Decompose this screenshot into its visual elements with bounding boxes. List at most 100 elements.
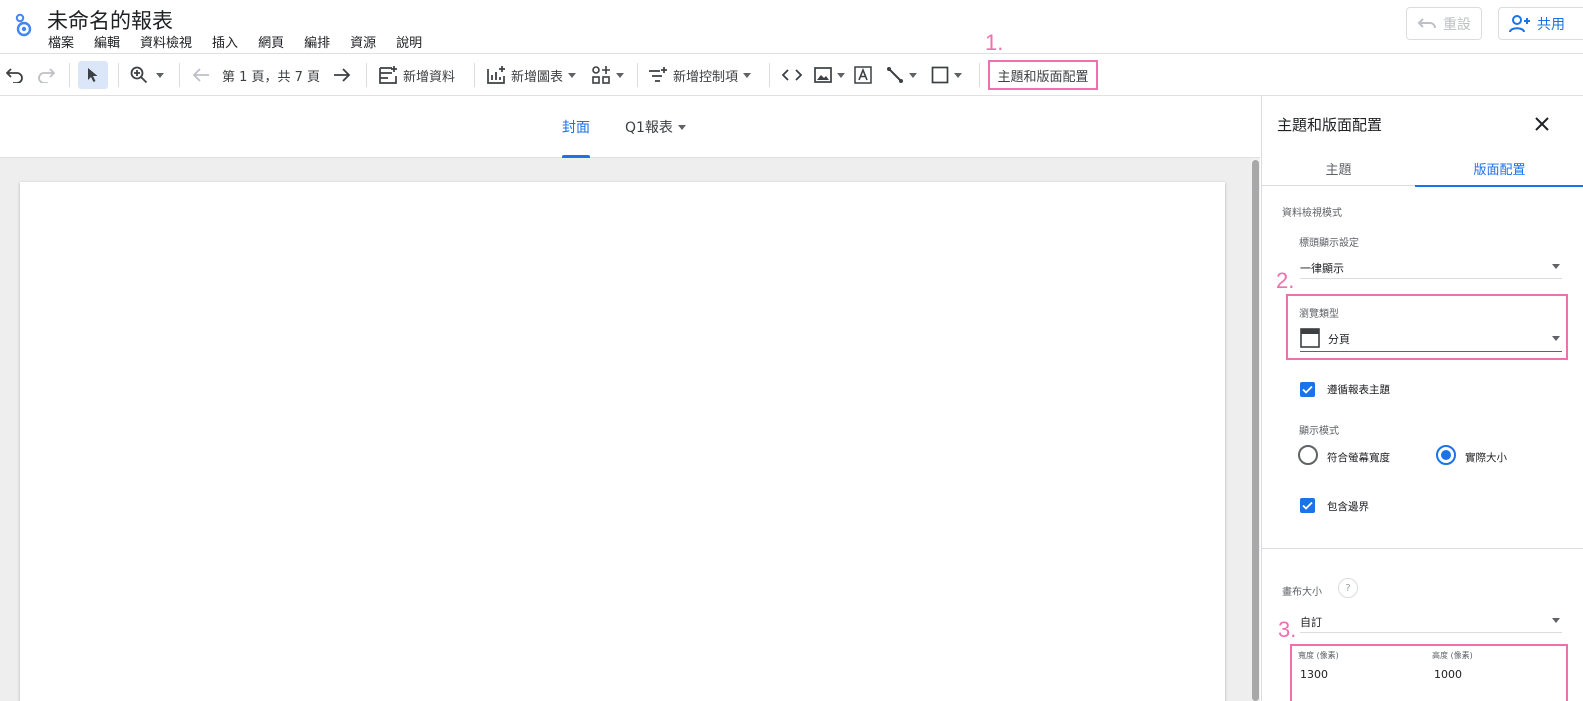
arrow-right-icon (334, 68, 351, 82)
theme-layout-button[interactable]: 主題和版面配置 (988, 60, 1098, 90)
cursor-arrow-icon (88, 68, 98, 82)
menu-arrange[interactable]: 編排 (304, 32, 330, 51)
add-chart-button[interactable]: 新增圖表 (486, 54, 577, 96)
page-indicator: 第 1 頁，共 7 頁 (222, 69, 321, 85)
navigation-type-label: 瀏覽類型 (1299, 309, 1339, 320)
tab-theme[interactable]: 主題 (1262, 150, 1415, 186)
arrow-left-icon (192, 68, 209, 82)
header-display-select[interactable]: 一律顯示 (1300, 260, 1344, 276)
next-page-button[interactable] (333, 54, 351, 96)
include-border-checkbox[interactable] (1300, 498, 1315, 513)
toolbar-divider (474, 63, 475, 87)
text-box-button[interactable] (854, 54, 872, 96)
chevron-down-icon (743, 72, 752, 78)
chevron-down-icon (156, 72, 164, 78)
tabbed-page-icon (1300, 328, 1320, 348)
menu-file[interactable]: 檔案 (48, 32, 74, 51)
width-input[interactable]: 1300 (1300, 668, 1328, 681)
page-tab-bar: 封面 Q1報表 (0, 96, 1260, 158)
close-panel-button[interactable] (1530, 112, 1554, 136)
toolbar-divider (179, 63, 180, 87)
menu-resource[interactable]: 資源 (350, 32, 376, 51)
radio-actual-size[interactable] (1436, 445, 1456, 465)
tab-layout[interactable]: 版面配置 (1415, 150, 1583, 187)
chevron-down-icon[interactable] (1552, 336, 1560, 341)
view-mode-section-heading: 資料檢視模式 (1282, 208, 1342, 219)
report-canvas-area: 封面 Q1報表 (0, 96, 1260, 701)
add-chart-label: 新增圖表 (511, 69, 564, 85)
rectangle-icon (931, 66, 949, 84)
toolbar-divider (69, 63, 70, 87)
report-page[interactable] (20, 182, 1225, 701)
section-divider (1262, 548, 1583, 549)
add-component-icon (592, 66, 610, 84)
chevron-down-icon[interactable] (1552, 264, 1560, 269)
page-tab-q1-report[interactable]: Q1報表 (625, 96, 686, 158)
select-underline (1300, 351, 1562, 352)
redo-icon (38, 68, 55, 83)
previous-page-button[interactable] (192, 54, 210, 96)
line-button[interactable] (886, 54, 917, 96)
canvas-size-select[interactable]: 自訂 (1300, 614, 1322, 630)
checkmark-icon (1302, 385, 1313, 394)
close-icon (1535, 117, 1549, 131)
code-brackets-icon (782, 69, 802, 81)
undo-button[interactable] (6, 54, 24, 96)
width-field-label: 寬度 (像素) (1298, 651, 1339, 660)
annotation-label-1: 1. (985, 30, 1004, 55)
canvas-scrollbar-thumb[interactable] (1252, 160, 1259, 701)
radio-fit-to-width[interactable] (1298, 445, 1318, 465)
share-button[interactable]: 共用 (1498, 7, 1583, 40)
menu-insert[interactable]: 插入 (212, 32, 238, 51)
annotation-label-2: 2. (1276, 268, 1295, 293)
toolbar-divider (769, 63, 770, 87)
toolbar-divider (118, 63, 119, 87)
toolbar-divider (366, 63, 367, 87)
menu-view[interactable]: 資料檢視 (140, 32, 192, 51)
height-field-label: 高度 (像素) (1432, 651, 1473, 660)
chevron-down-icon (616, 72, 624, 78)
add-person-icon (1509, 14, 1530, 32)
panel-tab-bar: 主題 版面配置 (1262, 150, 1583, 187)
image-icon (814, 67, 832, 83)
follow-theme-checkbox[interactable] (1300, 382, 1315, 397)
add-data-button[interactable]: 新增資料 (378, 54, 455, 96)
navigation-type-select[interactable]: 分頁 (1328, 331, 1350, 347)
select-tool-button[interactable] (78, 61, 108, 89)
menu-page[interactable]: 網頁 (258, 32, 284, 51)
select-underline (1300, 632, 1562, 633)
add-component-button[interactable] (591, 54, 624, 96)
reset-button[interactable]: 重設 (1406, 7, 1482, 40)
report-title[interactable]: 未命名的報表 (47, 5, 173, 35)
embed-url-button[interactable] (782, 54, 802, 96)
add-control-button[interactable]: 新增控制項 (648, 54, 752, 96)
shape-button[interactable] (931, 54, 962, 96)
menu-edit[interactable]: 編輯 (94, 32, 120, 51)
zoom-in-icon (130, 66, 148, 84)
canvas-size-label: 畫布大小 (1282, 587, 1322, 598)
undo-icon (6, 68, 23, 83)
panel-title: 主題和版面配置 (1277, 116, 1383, 134)
toolbar-divider (979, 63, 980, 87)
radio-fit-to-width-label: 符合螢幕寬度 (1327, 452, 1390, 464)
redo-button[interactable] (37, 54, 55, 96)
menu-help[interactable]: 說明 (396, 32, 422, 51)
annotation-label-3: 3. (1278, 617, 1297, 642)
include-border-label: 包含邊界 (1327, 501, 1369, 513)
zoom-button[interactable] (130, 54, 164, 96)
help-icon[interactable]: ? (1338, 578, 1358, 598)
page-tab-label: Q1報表 (625, 120, 673, 136)
toolbar: 第 1 頁，共 7 頁 新增資料 新增圖表 新增控制項 主題和版面配置 (0, 54, 1583, 96)
line-icon (887, 67, 903, 83)
follow-theme-label: 遵循報表主題 (1327, 384, 1390, 396)
display-mode-label: 顯示模式 (1299, 426, 1339, 437)
chevron-down-icon (954, 72, 962, 78)
height-input[interactable]: 1000 (1434, 668, 1462, 681)
chevron-down-icon[interactable] (1552, 618, 1560, 623)
page-tab-cover[interactable]: 封面 (562, 96, 590, 158)
text-box-icon (854, 66, 872, 84)
looker-studio-logo-icon[interactable] (12, 10, 34, 38)
chevron-down-icon (677, 124, 686, 130)
checkmark-icon (1302, 501, 1313, 510)
image-button[interactable] (814, 54, 845, 96)
